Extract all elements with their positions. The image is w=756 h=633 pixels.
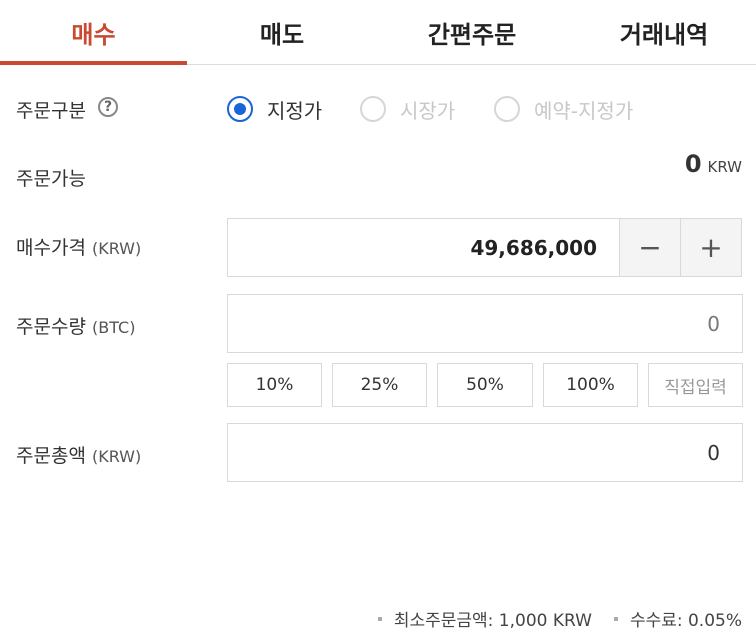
min-order-text: 최소주문금액: 1,000 KRW <box>393 611 592 631</box>
available-amount: 0 KRW <box>685 150 742 178</box>
active-tab-indicator <box>0 61 187 65</box>
total-input[interactable]: 0 <box>227 423 743 482</box>
percent-25-button[interactable]: 25% <box>332 363 427 407</box>
price-increase-button[interactable]: + <box>680 218 742 277</box>
percent-50-button[interactable]: 50% <box>437 363 533 407</box>
quantity-value: 0 <box>707 311 720 336</box>
price-value: 49,686,000 <box>470 235 597 260</box>
order-footer: 최소주문금액: 1,000 KRW 수수료: 0.05% <box>377 606 742 631</box>
percent-10-button[interactable]: 10% <box>227 363 322 407</box>
total-label: 주문총액 (KRW) <box>16 441 141 468</box>
min-order-info: 최소주문금액: 1,000 KRW <box>377 606 592 631</box>
available-unit: KRW <box>707 158 742 176</box>
tab-simple-order[interactable]: 간편주문 <box>377 0 567 64</box>
radio-limit-label: 지정가 <box>267 98 323 123</box>
price-decrease-button[interactable]: − <box>619 218 681 277</box>
percent-100-button[interactable]: 100% <box>543 363 638 407</box>
fee-info: 수수료: 0.05% <box>613 606 742 631</box>
order-type-label: 주문구분 <box>16 100 86 122</box>
radio-limit[interactable]: 지정가 <box>227 94 322 124</box>
order-tabs: 매수 매도 간편주문 거래내역 <box>0 0 756 65</box>
price-label: 매수가격 (KRW) <box>16 233 141 260</box>
radio-reserved-limit[interactable]: 예약-지정가 <box>494 94 633 124</box>
quantity-label: 주문수량 (BTC) <box>16 312 135 339</box>
radio-unchecked-icon <box>360 96 386 122</box>
quantity-input[interactable]: 0 <box>227 294 743 353</box>
tab-sell[interactable]: 매도 <box>187 0 377 64</box>
tab-buy[interactable]: 매수 <box>0 0 187 64</box>
radio-unchecked-icon <box>494 96 520 122</box>
radio-checked-icon <box>227 96 253 122</box>
price-unit: (KRW) <box>91 239 142 258</box>
price-label-text: 매수가격 <box>16 237 86 259</box>
radio-market-label: 시장가 <box>400 98 456 123</box>
quantity-unit: (BTC) <box>91 318 136 337</box>
radio-market[interactable]: 시장가 <box>360 94 455 124</box>
radio-reserved-limit-label: 예약-지정가 <box>534 98 634 123</box>
available-value: 0 <box>684 150 702 178</box>
total-value: 0 <box>707 440 720 465</box>
quantity-label-text: 주문수량 <box>16 316 86 338</box>
total-unit: (KRW) <box>91 447 142 466</box>
total-label-text: 주문총액 <box>16 445 86 467</box>
help-icon[interactable]: ? <box>98 97 118 117</box>
bullet-icon <box>377 616 382 621</box>
direct-input-button[interactable]: 직접입력 <box>648 363 743 407</box>
available-label: 주문가능 <box>16 168 86 190</box>
price-input[interactable]: 49,686,000 <box>227 218 620 277</box>
fee-text: 수수료: 0.05% <box>629 611 742 631</box>
tab-trade-history[interactable]: 거래내역 <box>572 0 756 64</box>
bullet-icon <box>613 616 618 621</box>
